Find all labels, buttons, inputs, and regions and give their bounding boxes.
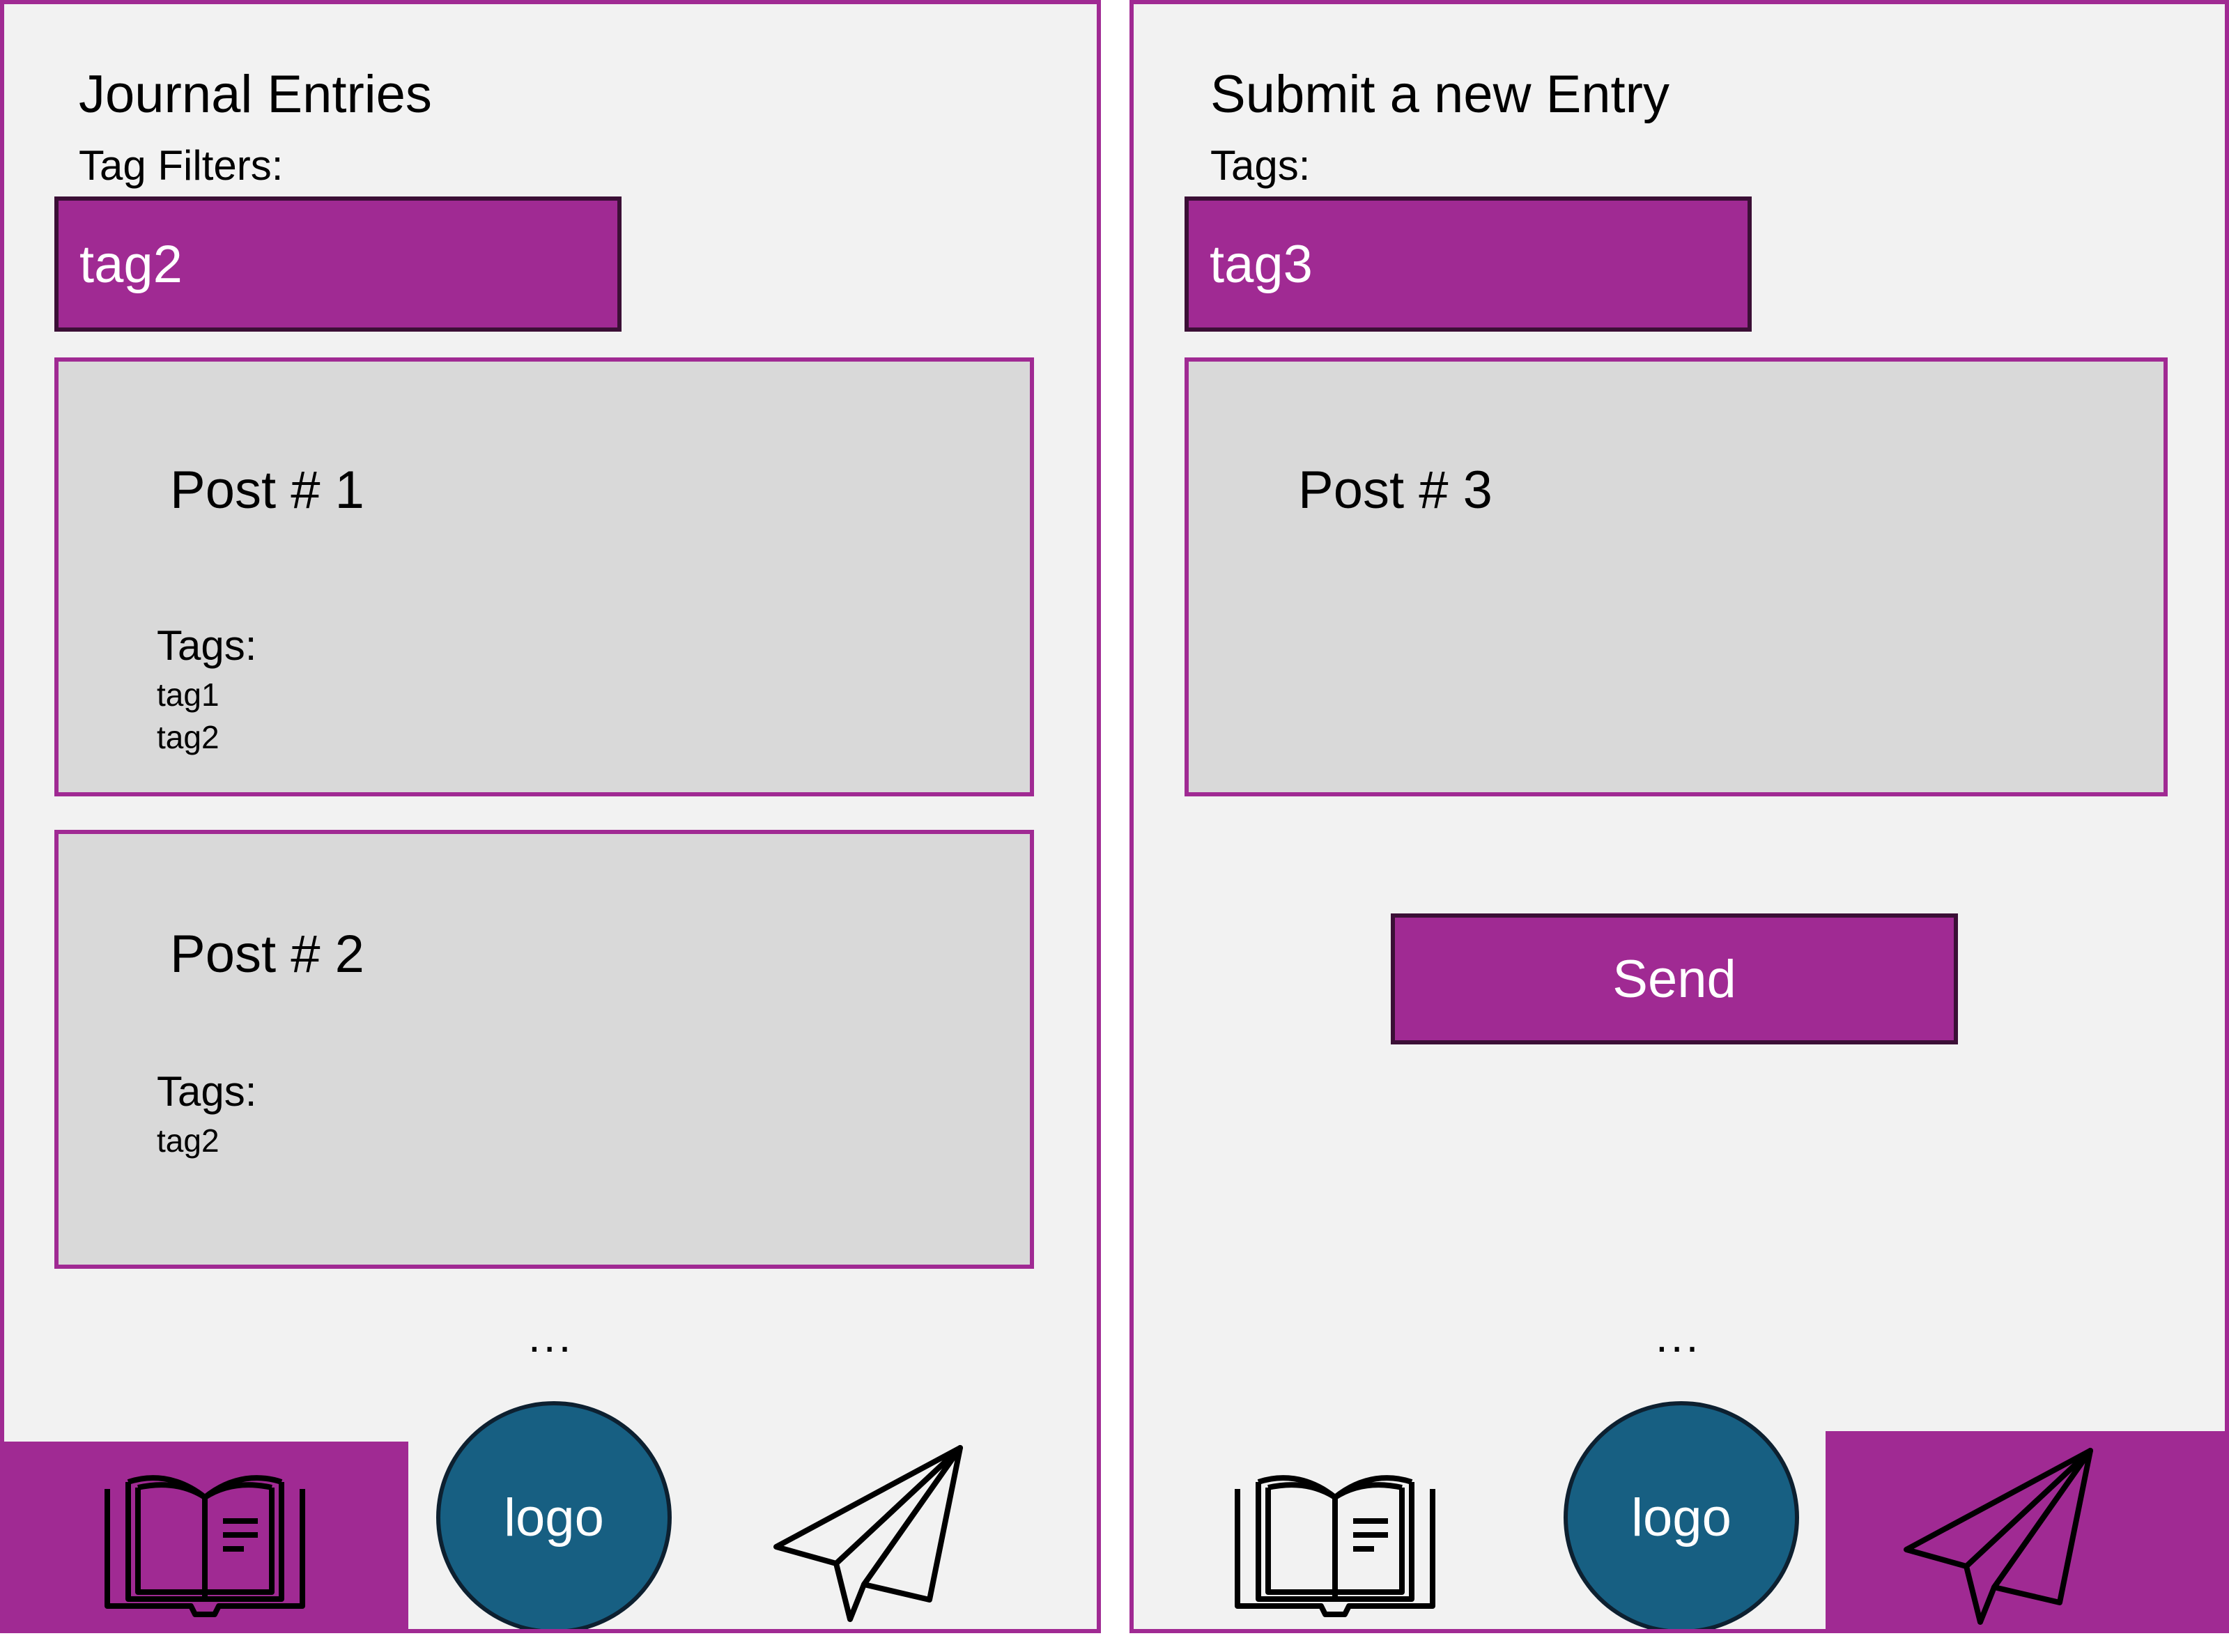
journal-entries-screen: Journal Entries Tag Filters: tag2 Post #… xyxy=(0,0,1101,1633)
open-book-icon[interactable] xyxy=(1235,1462,1435,1617)
nav-item-journal[interactable] xyxy=(4,1442,408,1629)
send-button[interactable]: Send xyxy=(1391,913,1958,1044)
logo-home-button[interactable]: logo xyxy=(1564,1401,1799,1629)
logo-home-button[interactable]: logo xyxy=(436,1401,672,1629)
post-tag: tag2 xyxy=(157,719,219,755)
post-tag: tag1 xyxy=(157,677,219,713)
page-title: Journal Entries xyxy=(79,65,432,124)
paper-plane-icon[interactable] xyxy=(773,1445,963,1622)
more-indicator: ... xyxy=(1656,1311,1702,1361)
logo-label: logo xyxy=(504,1488,604,1547)
tag-filter-label: Tag Filters: xyxy=(79,142,284,189)
open-book-icon xyxy=(105,1462,305,1617)
submit-entry-screen: Submit a new Entry Tags: tag3 Post # 3 S… xyxy=(1129,0,2229,1633)
tags-input[interactable]: tag3 xyxy=(1185,196,1752,332)
tag-filter-field[interactable]: tag2 xyxy=(54,196,622,332)
post-tags-label: Tags: xyxy=(157,1068,257,1115)
paper-plane-icon xyxy=(1904,1448,2093,1625)
post-title: Post # 1 xyxy=(170,461,364,520)
tags-label: Tags: xyxy=(1210,142,1311,189)
post-card[interactable]: Post # 2 Tags: tag2 xyxy=(54,830,1034,1269)
post-title: Post # 3 xyxy=(1298,461,1493,520)
new-entry-textarea[interactable]: Post # 3 xyxy=(1185,357,2168,796)
more-indicator: ... xyxy=(528,1311,574,1361)
nav-item-submit[interactable] xyxy=(1826,1431,2225,1629)
post-tag: tag2 xyxy=(157,1122,219,1159)
post-tags-label: Tags: xyxy=(157,622,257,669)
logo-label: logo xyxy=(1631,1488,1731,1547)
post-card[interactable]: Post # 1 Tags: tag1 tag2 xyxy=(54,357,1034,796)
post-title: Post # 2 xyxy=(170,925,364,984)
page-title: Submit a new Entry xyxy=(1210,65,1669,124)
